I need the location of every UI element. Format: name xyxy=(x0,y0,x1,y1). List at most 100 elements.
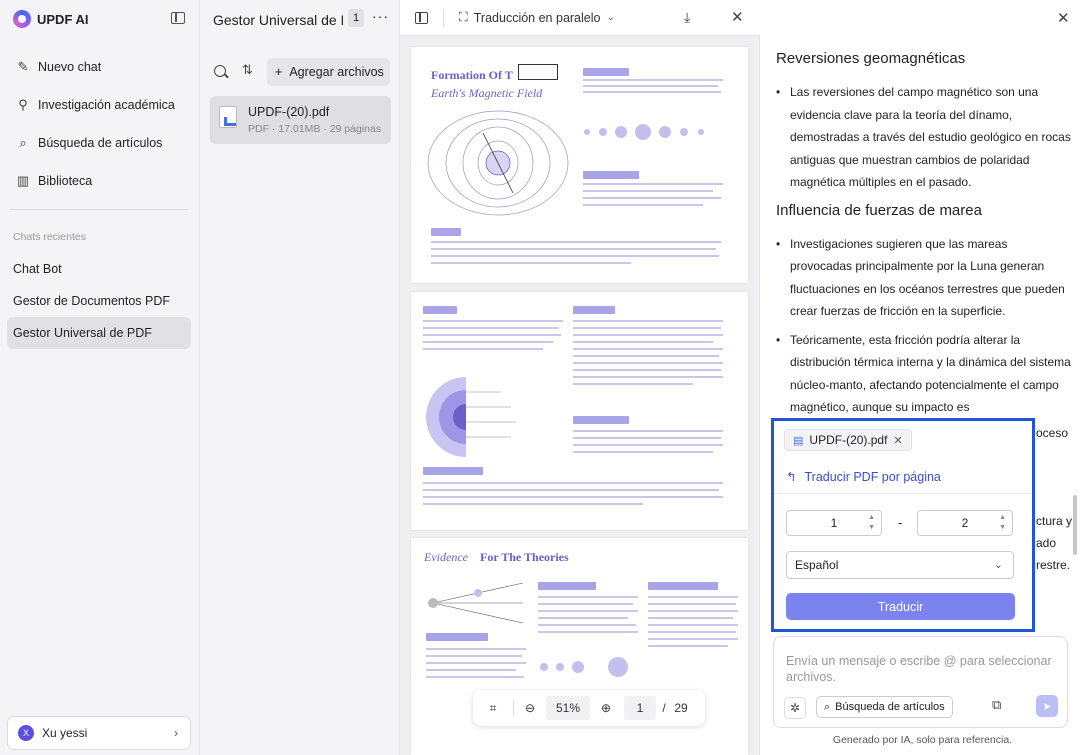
text-line xyxy=(431,255,719,257)
text-line xyxy=(423,334,561,336)
file-meta: PDF · 17.01MB · 29 páginas xyxy=(248,123,382,135)
text-line xyxy=(648,624,738,626)
translate-pdf-popup: ▤ UPDF-(20).pdf ✕ ↰ Traducir PDF por pág… xyxy=(771,418,1035,632)
add-files-button[interactable]: + Agregar archivos xyxy=(267,58,390,86)
article-search-label: Búsqueda de artículos xyxy=(835,701,945,713)
text-line xyxy=(573,430,723,432)
answer-heading: Influencia de fuerzas de marea xyxy=(776,201,982,219)
sort-icon[interactable]: ⇅ xyxy=(242,62,253,78)
translation-mode-dropdown[interactable]: ⛶ Traducción en paralelo ⌄ xyxy=(459,10,615,25)
answer-bullet: Las reversiones del campo magnético son … xyxy=(776,81,1072,194)
page-from-stepper[interactable]: 1 ▲ ▼ xyxy=(786,510,882,536)
more-options-icon[interactable]: ··· xyxy=(372,8,389,24)
page-to-stepper[interactable]: 2 ▲ ▼ xyxy=(917,510,1013,536)
app-window: UPDF AI ✎ Nuevo chat ⚲ Investigación aca… xyxy=(0,0,1085,755)
text-line xyxy=(583,190,713,192)
magnetic-field-illustration xyxy=(427,110,569,216)
text-line xyxy=(431,241,721,243)
file-panel: Gestor Universal de PDF 1 ··· ⇅ + Agrega… xyxy=(200,0,400,755)
edit-icon: ✎ xyxy=(17,59,29,74)
back-arrow-icon: ↰ xyxy=(786,470,797,484)
nav-library[interactable]: ▥ Biblioteca xyxy=(7,162,191,200)
text-line xyxy=(538,617,628,619)
close-icon[interactable]: ✕ xyxy=(1057,9,1070,27)
text-line xyxy=(423,496,723,498)
total-pages: 29 xyxy=(674,701,688,715)
text-line xyxy=(426,669,516,671)
nav-label: Investigación académica xyxy=(38,98,175,112)
crop-icon[interactable]: ⌗ xyxy=(479,701,507,716)
image-upload-icon[interactable]: ⧉ xyxy=(992,697,1001,713)
section-tag xyxy=(423,306,457,314)
doc-search-icon: ⌕ xyxy=(19,135,27,150)
text-line xyxy=(648,596,738,598)
toggle-panel-icon[interactable] xyxy=(415,12,428,24)
text-line xyxy=(426,662,526,664)
translate-by-page-back[interactable]: ↰ Traducir PDF por página xyxy=(786,469,941,485)
close-icon[interactable]: ✕ xyxy=(731,8,744,26)
section-tag xyxy=(426,633,488,641)
brand-name: UPDF AI xyxy=(37,11,89,27)
collapse-sidebar-icon[interactable] xyxy=(171,12,185,24)
text-line xyxy=(538,610,638,612)
text-line xyxy=(583,79,723,81)
chevron-down-icon: ⌄ xyxy=(606,12,615,23)
text-line xyxy=(573,362,723,364)
pdf-file-icon xyxy=(219,106,237,128)
telescope-icon: ⚲ xyxy=(18,97,28,112)
answer-heading: Reversiones geomagnéticas xyxy=(776,50,966,67)
chat-scrollbar[interactable] xyxy=(1073,495,1077,555)
attached-file-name: UPDF-(20).pdf xyxy=(809,433,888,447)
search-icon[interactable] xyxy=(214,65,226,77)
file-name: UPDF-(20).pdf xyxy=(248,105,330,119)
remove-file-icon[interactable]: ✕ xyxy=(893,434,902,447)
brand: UPDF AI xyxy=(13,10,89,28)
avatar: X xyxy=(18,725,34,741)
zoom-in-icon[interactable]: ⊕ xyxy=(596,701,616,715)
nav-label: Biblioteca xyxy=(38,174,93,188)
answer-bullet: Investigaciones sugieren que las mareas … xyxy=(776,233,1072,323)
answer-text-peek: ado xyxy=(1036,536,1057,550)
range-separator: - xyxy=(898,515,903,530)
page-subtitle: Earth's Magnetic Field xyxy=(431,86,543,100)
text-line xyxy=(573,376,723,378)
page-separator: / xyxy=(662,701,666,715)
text-line xyxy=(648,645,728,647)
text-line xyxy=(423,348,543,350)
stepper-arrows-icon[interactable]: ▲ ▼ xyxy=(868,513,875,533)
send-button[interactable]: ➤ xyxy=(1036,695,1058,717)
nav-new-chat[interactable]: ✎ Nuevo chat xyxy=(7,48,191,86)
recent-chat-item[interactable]: Gestor de Documentos PDF xyxy=(7,285,191,317)
page-number-input[interactable]: 1 xyxy=(624,696,656,720)
recent-chat-item-active[interactable]: Gestor Universal de PDF xyxy=(7,317,191,349)
article-search-chip[interactable]: ⌕ Búsqueda de artículos xyxy=(816,696,953,718)
sidebar-nav: ✎ Nuevo chat ⚲ Investigación académica ⌕… xyxy=(7,48,191,200)
file-card[interactable]: UPDF-(20).pdf PDF · 17.01MB · 29 páginas xyxy=(210,96,391,144)
ai-tools-icon[interactable]: ✲ xyxy=(784,697,806,719)
language-select[interactable]: Español ⌄ xyxy=(786,551,1014,579)
plus-icon: + xyxy=(275,65,283,79)
popup-divider xyxy=(774,493,1032,494)
zoom-out-icon[interactable]: ⊖ xyxy=(520,701,540,715)
nav-label: Búsqueda de artículos xyxy=(38,136,163,150)
user-account-button[interactable]: X Xu yessi › xyxy=(7,716,191,750)
nav-article-search[interactable]: ⌕ Búsqueda de artículos xyxy=(7,124,191,162)
pdf-file-icon: ▤ xyxy=(793,434,804,447)
translate-button[interactable]: Traducir xyxy=(786,593,1015,620)
zoom-level[interactable]: 51% xyxy=(546,696,590,720)
chevron-right-icon: › xyxy=(174,726,178,740)
message-composer: Envía un mensaje o escribe @ para selecc… xyxy=(773,636,1068,728)
text-line xyxy=(648,638,738,640)
stepper-arrows-icon[interactable]: ▲ ▼ xyxy=(999,513,1006,533)
answer-bullet: Teóricamente, esta fricción podría alter… xyxy=(776,329,1072,419)
text-line xyxy=(426,676,524,678)
page-to-value: 2 xyxy=(961,516,969,530)
recent-chat-item[interactable]: Chat Bot xyxy=(7,253,191,285)
text-line xyxy=(583,204,703,206)
nav-academic-research[interactable]: ⚲ Investigación académica xyxy=(7,86,191,124)
download-icon[interactable]: ⤓ xyxy=(684,9,690,26)
message-input[interactable]: Envía un mensaje o escribe @ para selecc… xyxy=(786,653,1056,685)
text-line xyxy=(423,320,563,322)
text-line xyxy=(573,327,721,329)
text-line xyxy=(648,631,736,633)
